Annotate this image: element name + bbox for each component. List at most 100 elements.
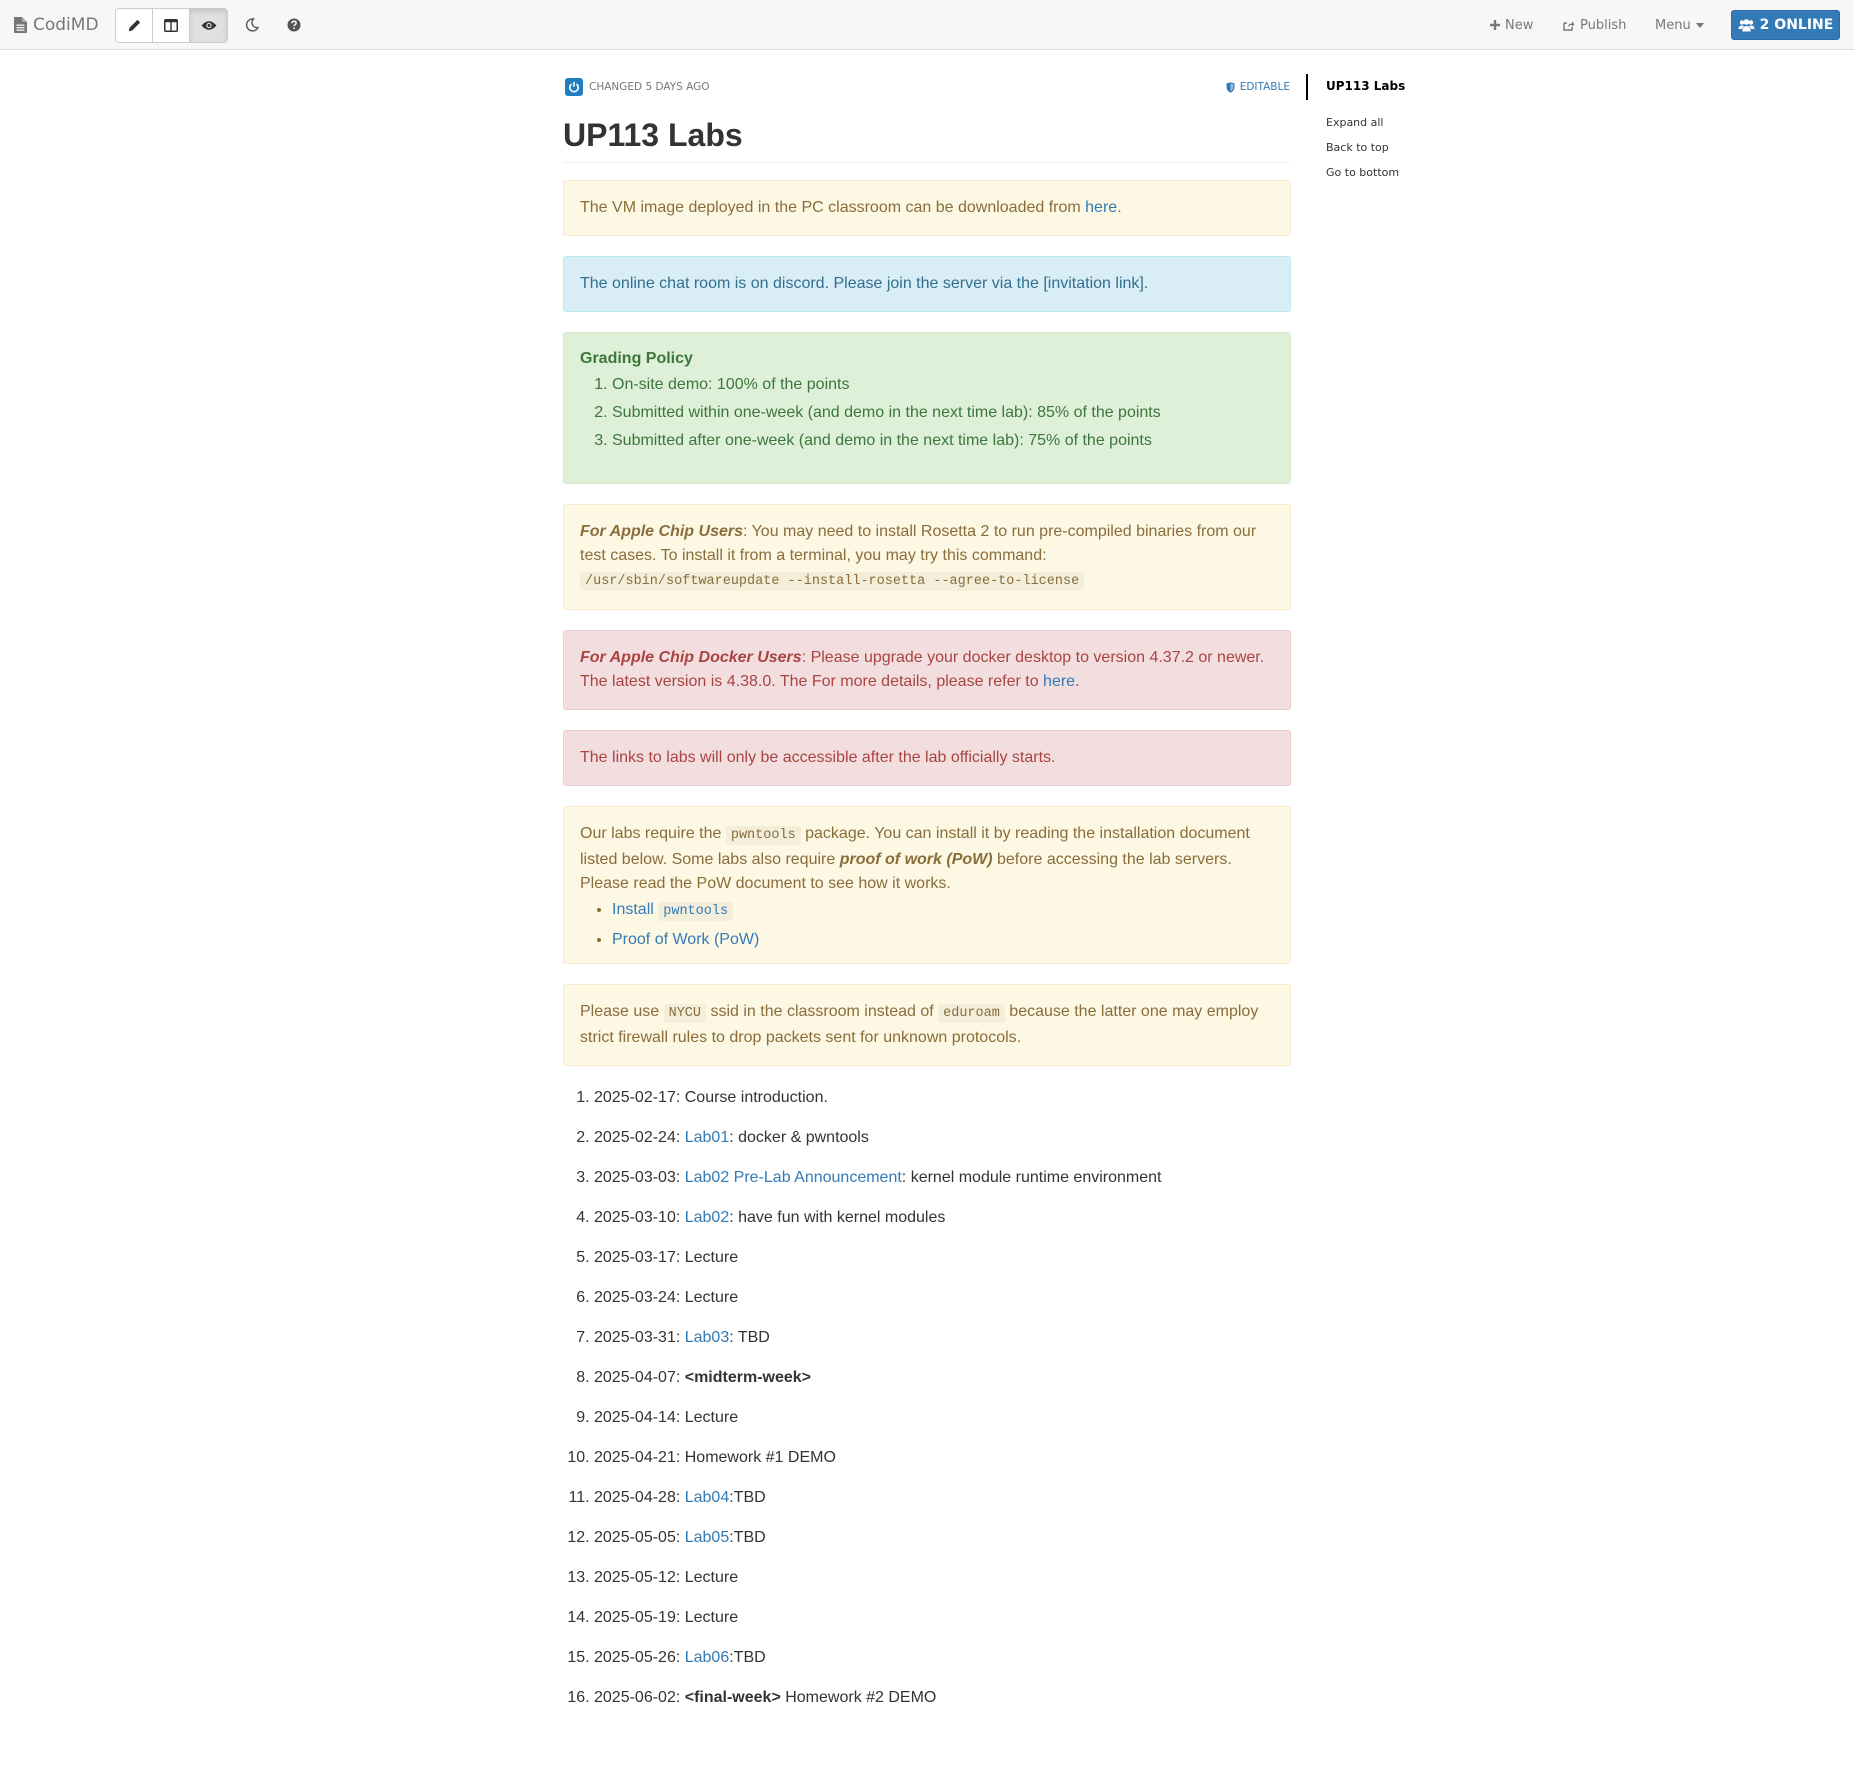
help-button[interactable] bbox=[283, 14, 305, 36]
toc-title[interactable]: UP113 Labs bbox=[1326, 79, 1405, 93]
nycu-t2: ssid in the classroom instead of bbox=[706, 1003, 939, 1020]
schedule-description: Homework #2 DEMO bbox=[780, 1689, 937, 1706]
question-circle-icon bbox=[287, 18, 301, 32]
install-link-code: pwntools bbox=[658, 902, 734, 921]
schedule-description: :TBD bbox=[729, 1489, 766, 1506]
document-meta: CHANGED 5 DAYS AGO EDITABLE bbox=[565, 76, 1290, 98]
pow-strong: proof of work (PoW) bbox=[839, 851, 993, 868]
lab-link[interactable]: Lab01 bbox=[685, 1129, 730, 1146]
permission-info[interactable]: EDITABLE bbox=[1226, 76, 1290, 98]
apple-docker-alert: For Apple Chip Docker Users: Please upgr… bbox=[563, 630, 1291, 710]
page-title: UP113 Labs bbox=[563, 117, 743, 153]
schedule-description: Lecture bbox=[684, 1409, 739, 1426]
schedule-date: 2025-06-02: bbox=[594, 1689, 685, 1706]
new-label: New bbox=[1505, 17, 1534, 33]
lab-link[interactable]: Lab04 bbox=[685, 1489, 730, 1506]
discord-text: The online chat room is on discord. Plea… bbox=[580, 275, 1149, 292]
list-item: Install pwntools bbox=[612, 896, 1274, 926]
schedule-item: 2025-03-24: Lecture bbox=[594, 1282, 1290, 1322]
schedule-date: 2025-02-24: bbox=[594, 1129, 685, 1146]
online-users-button[interactable]: 2 ONLINE bbox=[1731, 10, 1840, 40]
night-mode-button[interactable] bbox=[241, 14, 263, 36]
install-link-text: Install bbox=[612, 901, 654, 918]
brand-logo[interactable]: CodiMD bbox=[14, 0, 99, 50]
schedule-date: 2025-03-03: bbox=[594, 1169, 685, 1186]
schedule-date: 2025-04-14: bbox=[594, 1409, 685, 1426]
schedule-item: 2025-02-24: Lab01: docker & pwntools bbox=[594, 1122, 1290, 1162]
pwntools-text: Our labs require the pwntools package. Y… bbox=[580, 822, 1274, 896]
toc-expand-all[interactable]: Expand all bbox=[1326, 116, 1384, 129]
changed-label: CHANGED 5 DAYS AGO bbox=[589, 81, 710, 93]
vm-download-link[interactable]: here bbox=[1085, 199, 1117, 216]
schedule-description: : TBD bbox=[729, 1329, 770, 1346]
toc-go-to-bottom[interactable]: Go to bottom bbox=[1326, 166, 1399, 179]
nycu-text: Please use NYCU ssid in the classroom in… bbox=[580, 1000, 1274, 1050]
lab-link[interactable]: Lab06 bbox=[685, 1649, 730, 1666]
title-divider bbox=[563, 162, 1290, 163]
schedule-description: :TBD bbox=[729, 1529, 766, 1546]
schedule-item: 2025-04-28: Lab04:TBD bbox=[594, 1482, 1290, 1522]
table-of-contents: UP113 Labs bbox=[1306, 74, 1506, 100]
schedule-week-label: <midterm-week> bbox=[684, 1369, 812, 1386]
publish-button[interactable]: Publish bbox=[1563, 0, 1626, 50]
menu-dropdown[interactable]: Menu bbox=[1655, 0, 1704, 50]
view-mode-button[interactable] bbox=[190, 9, 227, 42]
grading-item: Submitted after one-week (and demo in th… bbox=[612, 427, 1274, 455]
schedule-item: 2025-05-19: Lecture bbox=[594, 1602, 1290, 1642]
schedule-item: 2025-06-02: <final-week> Homework #2 DEM… bbox=[594, 1682, 1290, 1722]
pencil-icon bbox=[128, 19, 140, 32]
users-icon bbox=[1738, 18, 1755, 31]
schedule-item: 2025-04-07: <midterm-week> bbox=[594, 1362, 1290, 1402]
grading-policy-alert: Grading Policy On-site demo: 100% of the… bbox=[563, 332, 1291, 484]
schedule-item: 2025-03-17: Lecture bbox=[594, 1242, 1290, 1282]
schedule-description: : kernel module runtime environment bbox=[901, 1169, 1162, 1186]
pwntools-alert: Our labs require the pwntools package. Y… bbox=[563, 806, 1291, 964]
lab-links-alert: The links to labs will only be accessibl… bbox=[563, 730, 1291, 786]
schedule-item: 2025-05-26: Lab06:TBD bbox=[594, 1642, 1290, 1682]
lab-link[interactable]: Lab02 Pre-Lab Announcement bbox=[685, 1169, 902, 1186]
schedule-date: 2025-02-17: bbox=[594, 1089, 685, 1106]
rosetta-command: /usr/sbin/softwareupdate --install-roset… bbox=[580, 572, 1085, 591]
schedule-date: 2025-04-28: bbox=[594, 1489, 685, 1506]
schedule-description: Lecture bbox=[684, 1569, 739, 1586]
docker-details-link[interactable]: here bbox=[1043, 673, 1075, 690]
schedule-date: 2025-05-05: bbox=[594, 1529, 685, 1546]
new-note-button[interactable]: New bbox=[1490, 0, 1533, 50]
schedule-date: 2025-05-26: bbox=[594, 1649, 685, 1666]
edit-mode-button[interactable] bbox=[116, 9, 153, 42]
vm-text: The VM image deployed in the PC classroo… bbox=[580, 199, 1086, 216]
power-icon bbox=[569, 81, 579, 93]
eye-icon bbox=[201, 21, 216, 30]
plus-icon bbox=[1490, 20, 1500, 30]
grading-item: On-site demo: 100% of the points bbox=[612, 371, 1274, 399]
lab-link[interactable]: Lab02 bbox=[685, 1209, 730, 1226]
moon-icon bbox=[245, 18, 259, 32]
avatar[interactable] bbox=[565, 78, 583, 96]
nycu-code: NYCU bbox=[663, 1004, 707, 1023]
lab-link[interactable]: Lab03 bbox=[685, 1329, 730, 1346]
schedule-date: 2025-05-12: bbox=[594, 1569, 685, 1586]
schedule-date: 2025-04-07: bbox=[594, 1369, 685, 1386]
brand-name: CodiMD bbox=[33, 15, 99, 35]
split-mode-button[interactable] bbox=[153, 9, 190, 42]
install-pwntools-link[interactable]: Install pwntools bbox=[612, 901, 734, 921]
lab-link[interactable]: Lab05 bbox=[685, 1529, 730, 1546]
grading-list: On-site demo: 100% of the points Submitt… bbox=[580, 371, 1274, 455]
schedule-description: : have fun with kernel modules bbox=[729, 1209, 946, 1226]
share-square-icon bbox=[1563, 21, 1575, 31]
vm-end: . bbox=[1117, 199, 1122, 216]
schedule-date: 2025-03-24: bbox=[594, 1289, 685, 1306]
schedule-date: 2025-03-17: bbox=[594, 1249, 685, 1266]
schedule-item: 2025-04-14: Lecture bbox=[594, 1402, 1290, 1442]
pow-doc-link[interactable]: Proof of Work (PoW) bbox=[612, 931, 759, 948]
vm-image-alert: The VM image deployed in the PC classroo… bbox=[563, 180, 1291, 236]
schedule-item: 2025-04-21: Homework #1 DEMO bbox=[594, 1442, 1290, 1482]
apple-chip-text: For Apple Chip Users: You may need to in… bbox=[580, 520, 1274, 594]
schedule-description: Lecture bbox=[684, 1289, 739, 1306]
toc-back-to-top[interactable]: Back to top bbox=[1326, 141, 1389, 154]
schedule-item: 2025-02-17: Course introduction. bbox=[594, 1082, 1290, 1122]
menu-label: Menu bbox=[1655, 17, 1691, 33]
lab-links-text: The links to labs will only be accessibl… bbox=[580, 749, 1056, 766]
apple-chip-strong: For Apple Chip Users bbox=[580, 523, 743, 540]
schedule-date: 2025-03-10: bbox=[594, 1209, 685, 1226]
